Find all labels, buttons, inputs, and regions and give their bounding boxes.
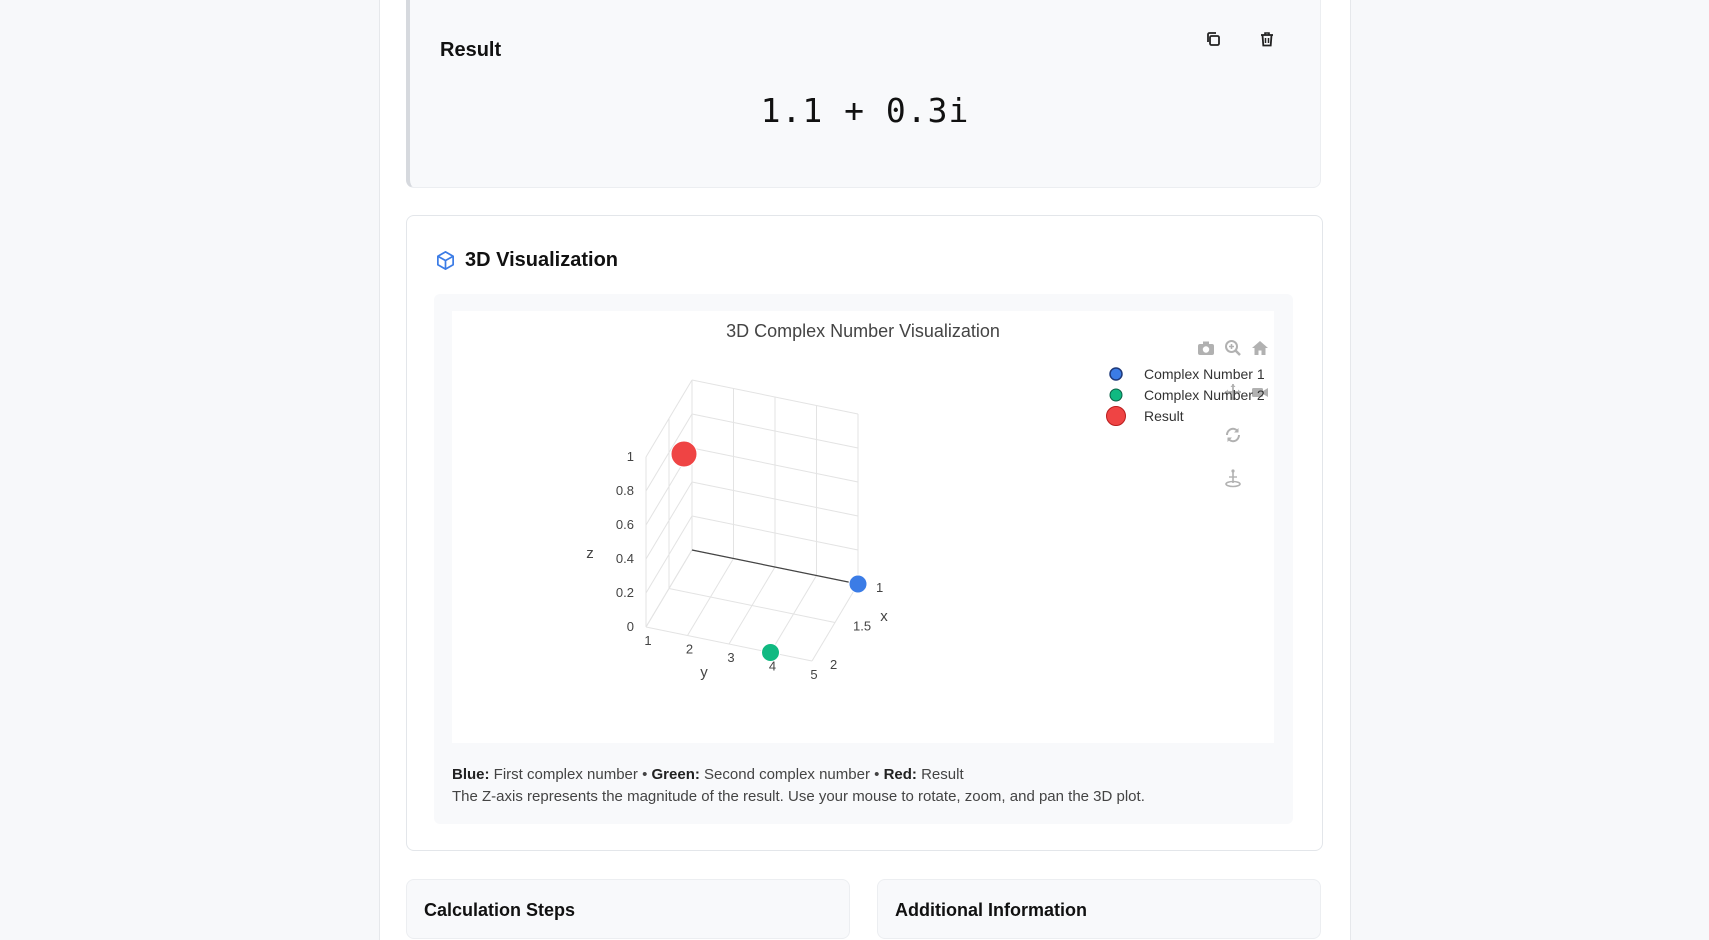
visualization-container: 3D Complex Number Visualization Complex … bbox=[434, 294, 1293, 824]
caption-line-1: Blue: First complex number • Green: Seco… bbox=[452, 764, 1145, 786]
y-tick-label: 3 bbox=[727, 650, 734, 665]
x-tick-label: 1.5 bbox=[853, 619, 871, 634]
delete-button[interactable] bbox=[1253, 25, 1281, 53]
caption-separator: • bbox=[874, 766, 880, 783]
data-point-result[interactable] bbox=[670, 440, 698, 468]
visualization-card: 3D Visualization 3D Complex Number Visua… bbox=[406, 215, 1323, 851]
calculation-steps-title: Calculation Steps bbox=[424, 900, 576, 920]
additional-information-title: Additional Information bbox=[895, 900, 1087, 920]
z-tick-label: 0.6 bbox=[616, 517, 634, 532]
caption-green-text: Second complex number bbox=[704, 766, 870, 783]
result-value: 1.1 + 0.3i bbox=[760, 91, 970, 130]
data-point-complex-number-2[interactable] bbox=[761, 643, 780, 662]
x-axis-title: x bbox=[880, 608, 888, 625]
caption-red-text: Result bbox=[921, 766, 964, 783]
visualization-caption: Blue: First complex number • Green: Seco… bbox=[452, 764, 1145, 808]
result-title: Result bbox=[440, 39, 502, 61]
3d-scene[interactable]: 00.20.40.60.811234511.52 zyx bbox=[452, 311, 1274, 743]
copy-icon bbox=[1207, 32, 1220, 46]
data-point-complex-number-1[interactable] bbox=[848, 574, 868, 594]
y-tick-label: 5 bbox=[810, 667, 817, 682]
caption-separator: • bbox=[642, 766, 648, 783]
y-axis-title: y bbox=[700, 664, 708, 681]
z-tick-label: 1 bbox=[627, 449, 634, 464]
y-tick-label: 2 bbox=[686, 642, 693, 657]
z-tick-label: 0 bbox=[627, 619, 634, 634]
caption-blue-label: Blue: bbox=[452, 766, 490, 783]
cube-icon bbox=[437, 251, 454, 270]
copy-button[interactable] bbox=[1199, 25, 1227, 53]
x-tick-label: 2 bbox=[830, 657, 837, 672]
additional-information-card: Additional Information bbox=[877, 879, 1321, 939]
trash-icon bbox=[1261, 32, 1273, 47]
z-tick-label: 0.4 bbox=[616, 551, 634, 566]
caption-line-2: The Z-axis represents the magnitude of t… bbox=[452, 788, 1145, 805]
plot-area[interactable]: 3D Complex Number Visualization Complex … bbox=[452, 311, 1274, 743]
y-tick-label: 1 bbox=[644, 633, 651, 648]
z-tick-label: 0.2 bbox=[616, 585, 634, 600]
caption-blue-text: First complex number bbox=[493, 766, 638, 783]
floor-grid-line bbox=[668, 588, 836, 623]
caption-red-label: Red: bbox=[883, 766, 917, 783]
visualization-title: 3D Visualization bbox=[465, 249, 619, 271]
caption-green-label: Green: bbox=[651, 766, 700, 783]
result-panel: Result 1.1 + 0.3i bbox=[406, 0, 1321, 188]
z-axis-title: z bbox=[586, 545, 594, 562]
visualization-header: 3D Visualization bbox=[435, 249, 618, 272]
z-tick-label: 0.8 bbox=[616, 483, 634, 498]
calculation-steps-card: Calculation Steps bbox=[406, 879, 850, 939]
x-tick-label: 1 bbox=[876, 580, 883, 595]
